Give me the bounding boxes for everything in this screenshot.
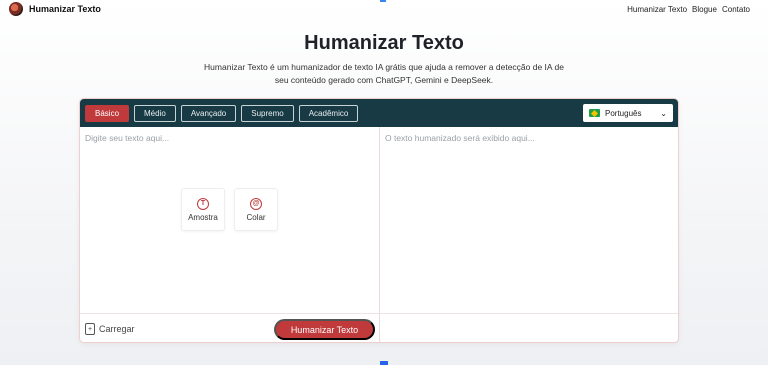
output-placeholder: O texto humanizado será exibido aqui...	[385, 133, 535, 143]
logo-icon	[9, 2, 23, 16]
humanize-button[interactable]: Humanizar Texto	[274, 319, 375, 340]
bottom-marker	[380, 361, 388, 365]
nav-link-contato[interactable]: Contato	[722, 5, 750, 14]
nav-link-blogue[interactable]: Blogue	[692, 5, 717, 14]
sample-icon: T	[197, 197, 209, 210]
humanizer-card: Básico Médio Avançado Supremo Acadêmico …	[79, 98, 679, 343]
editor-panes: Digite seu texto aqui... T Amostra @ Col…	[80, 127, 678, 342]
language-select[interactable]: Português ⌄	[583, 104, 673, 122]
chevron-down-icon: ⌄	[660, 108, 667, 118]
brand-name: Humanizar Texto	[29, 4, 101, 14]
top-navigation: Humanizar Texto Humanizar Texto Blogue C…	[0, 0, 768, 18]
hero: Humanizar Texto Humanizar Texto é um hum…	[0, 32, 768, 87]
brazil-flag-icon	[589, 109, 600, 117]
output-footer	[380, 313, 678, 342]
mode-toolbar: Básico Médio Avançado Supremo Acadêmico …	[80, 99, 678, 127]
upload-label: Carregar	[99, 324, 135, 334]
input-placeholder[interactable]: Digite seu texto aqui...	[85, 133, 169, 143]
subtitle-line-2: seu conteúdo gerado com ChatGPT, Gemini …	[274, 75, 494, 85]
language-label: Português	[605, 108, 642, 118]
page-subtitle: Humanizar Texto é um humanizador de text…	[0, 61, 768, 87]
mode-avancado-button[interactable]: Avançado	[180, 104, 237, 122]
mode-medio-button[interactable]: Médio	[134, 104, 176, 122]
nav-link-humanizar-texto[interactable]: Humanizar Texto	[627, 5, 687, 14]
paste-label: Colar	[246, 212, 266, 222]
brand[interactable]: Humanizar Texto	[9, 2, 101, 16]
mode-supremo-button[interactable]: Supremo	[241, 104, 294, 122]
mode-academico-button[interactable]: Acadêmico	[298, 104, 359, 122]
paste-button[interactable]: @ Colar	[234, 188, 278, 231]
sample-button[interactable]: T Amostra	[181, 188, 225, 231]
subtitle-line-1: Humanizar Texto é um humanizador de text…	[204, 62, 564, 72]
mode-basico-button[interactable]: Básico	[85, 104, 130, 122]
output-pane: O texto humanizado será exibido aqui...	[380, 127, 678, 342]
paste-icon: @	[250, 197, 262, 210]
upload-icon: +	[85, 323, 95, 335]
page-title: Humanizar Texto	[304, 32, 464, 54]
upload-button[interactable]: + Carregar	[85, 323, 135, 335]
input-footer: + Carregar Humanizar Texto	[80, 313, 380, 342]
input-pane[interactable]: Digite seu texto aqui... T Amostra @ Col…	[80, 127, 380, 342]
nav-links: Humanizar Texto Blogue Contato	[627, 5, 750, 14]
sample-label: Amostra	[188, 212, 218, 222]
